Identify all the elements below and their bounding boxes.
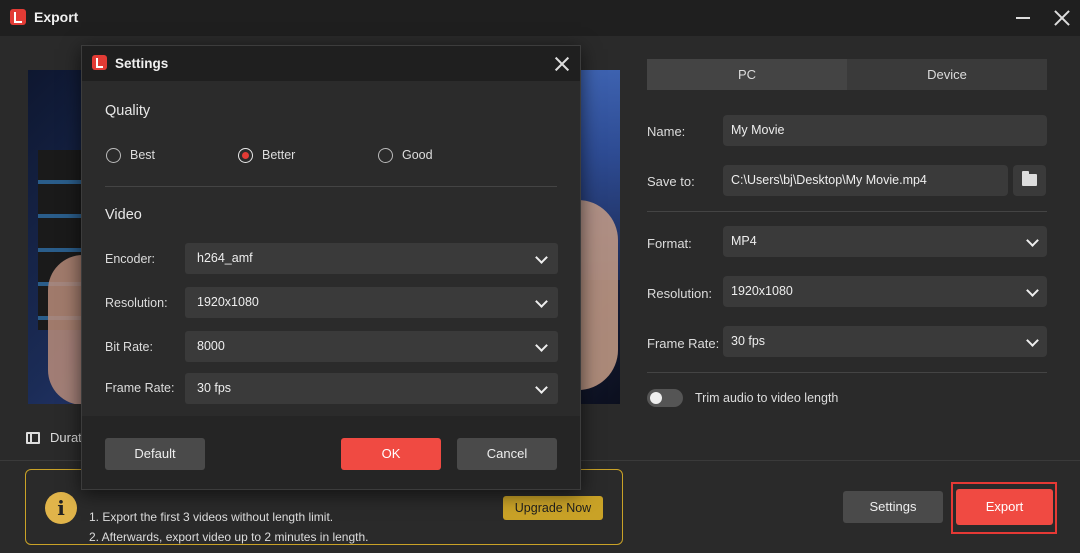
app-logo-icon: [92, 55, 107, 70]
bit-rate-label: Bit Rate:: [105, 340, 153, 354]
encoder-label: Encoder:: [105, 252, 156, 266]
format-select[interactable]: MP4: [723, 226, 1047, 257]
dialog-resolution-select[interactable]: 1920x1080: [185, 287, 558, 318]
ok-button[interactable]: OK: [341, 438, 441, 470]
dialog-footer: Default OK Cancel: [82, 416, 580, 489]
radio-icon: [378, 148, 393, 163]
name-field[interactable]: My Movie: [723, 115, 1047, 146]
format-label: Format:: [647, 236, 692, 251]
browse-folder-button[interactable]: [1013, 165, 1046, 196]
dialog-close-icon[interactable]: [554, 56, 570, 72]
info-icon: i: [45, 492, 77, 524]
window-titlebar: Export: [0, 0, 1080, 36]
minimize-icon[interactable]: [1016, 17, 1030, 19]
dialog-frame-rate-select[interactable]: 30 fps: [185, 373, 558, 404]
radio-icon: [106, 148, 121, 163]
dialog-resolution-label: Resolution:: [105, 296, 168, 310]
dialog-title: Settings: [115, 56, 169, 71]
quality-title: Quality: [105, 103, 151, 119]
radio-label: Better: [262, 148, 296, 162]
folder-icon: [1022, 171, 1037, 186]
name-label: Name:: [647, 124, 686, 139]
resolution-select[interactable]: 1920x1080: [723, 276, 1047, 307]
notice-line-1: 1. Export the first 3 videos without len…: [89, 510, 334, 524]
resolution-label: Resolution:: [647, 286, 713, 301]
settings-button[interactable]: Settings: [843, 491, 943, 523]
frame-rate-label: Frame Rate:: [647, 336, 720, 351]
save-path-field[interactable]: C:\Users\bj\Desktop\My Movie.mp4: [723, 165, 1008, 196]
tab-device[interactable]: Device: [847, 59, 1047, 90]
divider: [647, 211, 1047, 212]
radio-selected-icon: [238, 148, 253, 163]
video-title: Video: [105, 207, 142, 223]
save-to-label: Save to:: [647, 174, 695, 189]
dialog-divider: [105, 186, 557, 187]
export-button[interactable]: Export: [956, 489, 1053, 525]
trim-audio-label: Trim audio to video length: [695, 391, 839, 405]
upgrade-now-button[interactable]: Upgrade Now: [503, 496, 603, 520]
frame-rate-select[interactable]: 30 fps: [723, 326, 1047, 357]
radio-label: Best: [130, 148, 156, 162]
trim-audio-toggle[interactable]: [647, 389, 683, 407]
app-logo-icon: [10, 9, 26, 25]
notice-line-2: 2. Afterwards, export video up to 2 minu…: [89, 530, 369, 544]
target-tabs: PC Device: [647, 59, 1047, 90]
default-button[interactable]: Default: [105, 438, 205, 470]
bit-rate-select[interactable]: 8000: [185, 331, 558, 362]
tab-pc[interactable]: PC: [647, 59, 847, 90]
encoder-select[interactable]: h264_amf: [185, 243, 558, 274]
film-icon: [26, 432, 40, 444]
divider: [647, 372, 1047, 373]
settings-dialog: Settings Quality Best Better Good Video …: [81, 45, 581, 490]
dialog-frame-rate-label: Frame Rate:: [105, 381, 175, 395]
radio-label: Good: [402, 148, 433, 162]
duration-label: Durati: [50, 430, 85, 445]
close-icon[interactable]: [1053, 9, 1071, 27]
cancel-button[interactable]: Cancel: [457, 438, 557, 470]
dialog-titlebar: Settings: [82, 46, 580, 81]
window-title: Export: [34, 9, 79, 25]
